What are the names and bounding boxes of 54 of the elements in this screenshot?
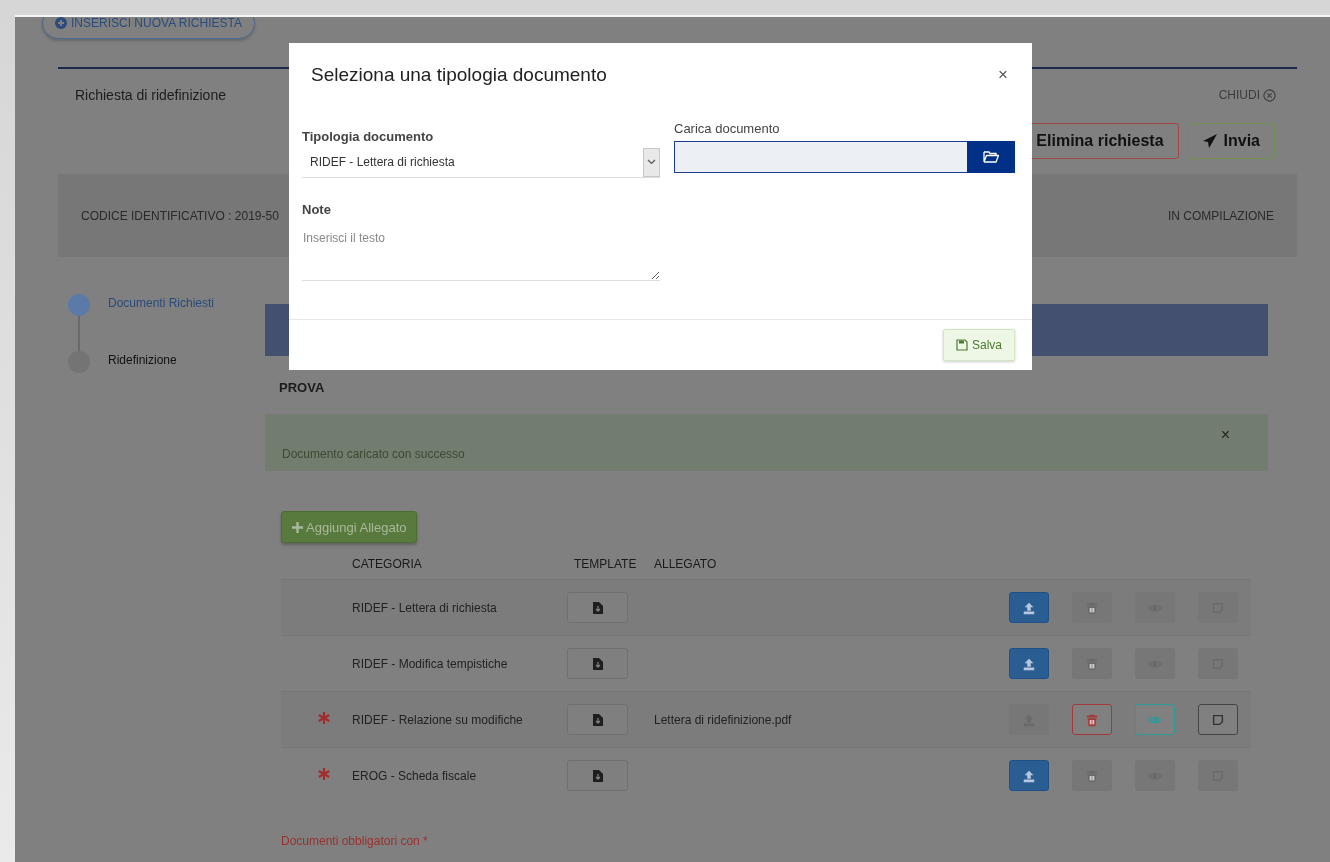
file-download-icon [592,713,603,726]
alert-close-button[interactable]: × [1220,426,1230,444]
table-cell-text: RIDEF - Relazione su modifiche [351,712,524,727]
upload-icon [1022,600,1036,615]
request-code: CODICE IDENTIFICATIVO : 2019-50 [81,208,279,223]
column-header: ALLEGATO [653,557,718,571]
file-download-icon [592,657,603,670]
plus-icon [292,521,303,533]
send-button[interactable]: Invia [1186,123,1275,159]
upload-button[interactable] [1009,648,1049,679]
template-download-button[interactable] [567,592,628,623]
table-cell-text: EROG - Scheda fiscale [351,768,478,783]
trash-icon [1085,768,1099,783]
close-link[interactable]: CHIUDI [1218,88,1276,102]
close-icon [1263,88,1276,102]
section-title: PROVA [279,380,326,395]
folder-open-icon [983,150,999,163]
file-field[interactable] [674,140,967,173]
required-note: Documenti obbligatori con * [281,834,429,848]
field-label: Carica documento [674,120,781,136]
browse-button[interactable] [967,140,1015,173]
template-download-button[interactable] [567,760,628,791]
table-cell-text: RIDEF - Modifica tempistiche [351,656,509,671]
save-button[interactable]: Salva [942,329,1015,362]
note-icon [1211,712,1225,727]
file-download-icon [592,601,603,614]
attachment-name: Lettera di ridefinizione.pdf [654,712,792,727]
view-button[interactable] [1135,704,1175,735]
trash-icon [1085,712,1099,727]
column-header: TEMPLATE [573,557,638,571]
upload-button[interactable] [1009,592,1049,623]
request-status: IN COMPILAZIONE [1168,208,1274,223]
upload-button[interactable] [1009,760,1049,791]
table-cell-text: RIDEF - Lettera di richiesta [351,600,498,615]
modal-title: Seleziona una tipologia documento [311,63,607,86]
trash-icon [1085,600,1099,615]
file-download-icon [592,769,603,782]
step-label[interactable]: Ridefinizione [108,351,177,367]
chevron-down-icon [647,159,656,166]
field-label: Note [302,201,332,217]
upload-icon [1022,768,1036,783]
delete-button[interactable] [1072,704,1112,735]
template-download-button[interactable] [567,648,628,679]
modal-close-button[interactable]: × [998,64,1008,85]
paper-plane-icon [1201,133,1218,149]
note-button[interactable] [1198,704,1238,735]
alert-message: Documento caricato con successo [282,447,465,461]
template-download-button[interactable] [567,704,628,735]
field-label: Tipologia documento [302,128,435,144]
column-header: CATEGORIA [351,557,423,571]
document-type-select[interactable]: RIDEF - Lettera di richiesta [302,147,660,178]
upload-icon [1022,656,1036,671]
trash-icon [1085,656,1099,671]
request-title: Richiesta di ridefinizione [75,87,226,103]
